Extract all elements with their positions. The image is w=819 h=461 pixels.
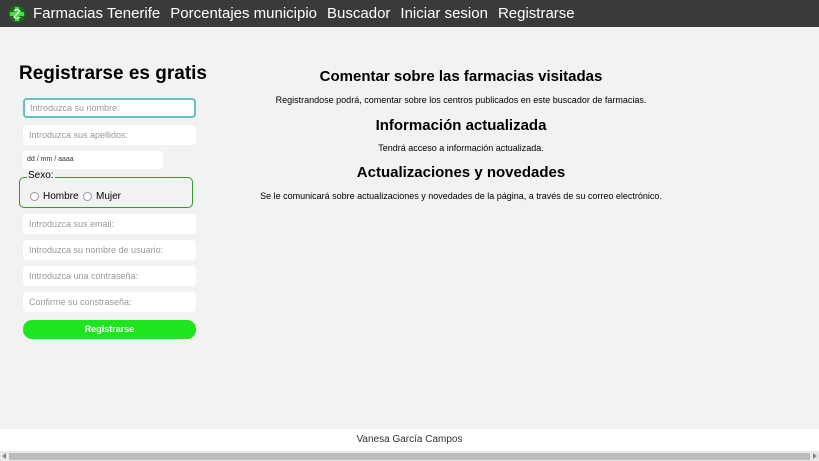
- contrasena-input[interactable]: [23, 266, 196, 286]
- registrarse-button[interactable]: Registrarse: [23, 320, 196, 339]
- sexo-fieldset: Sexo: Hombre Mujer: [19, 170, 193, 208]
- scrollbar-thumb[interactable]: [9, 453, 810, 460]
- info-text-actualizaciones: Se le comunicará sobre actualizaciones y…: [260, 191, 662, 201]
- info-heading-actualizaciones: Actualizaciones y novedades: [356, 164, 566, 181]
- apellidos-input[interactable]: [23, 125, 196, 145]
- radio-mujer[interactable]: Mujer: [83, 191, 121, 202]
- form-title: Registrarse es gratis: [19, 63, 207, 84]
- footer-author: Vanesa García Campos: [356, 434, 463, 445]
- scroll-left-icon[interactable]: [2, 453, 6, 459]
- info-text-informacion: Tendrá acceso a información actualizada.: [378, 143, 544, 153]
- top-navbar: Farmacias Tenerife Porcentajes municipio…: [0, 0, 819, 27]
- info-heading-informacion: Información actualizada: [375, 117, 547, 134]
- nombre-input[interactable]: [23, 98, 196, 118]
- nav-porcentajes-link[interactable]: Porcentajes municipio: [170, 5, 317, 22]
- sexo-legend: Sexo:: [27, 170, 55, 181]
- info-heading-comentar: Comentar sobre las farmacias visitadas: [319, 68, 603, 85]
- radio-circle-icon[interactable]: [30, 192, 39, 201]
- radio-hombre[interactable]: Hombre: [30, 191, 79, 202]
- nav-iniciar-sesion-link[interactable]: Iniciar sesion: [400, 5, 488, 22]
- horizontal-scrollbar[interactable]: [0, 451, 819, 461]
- radio-hombre-label: Hombre: [43, 191, 79, 202]
- usuario-input[interactable]: [23, 240, 196, 260]
- nav-brand-link[interactable]: Farmacias Tenerife: [33, 5, 160, 22]
- radio-mujer-label: Mujer: [96, 191, 122, 202]
- footer: Vanesa García Campos: [0, 429, 819, 451]
- email-input[interactable]: [23, 214, 196, 234]
- nav-registrarse-link[interactable]: Registrarse: [498, 5, 575, 22]
- radio-circle-icon[interactable]: [83, 192, 92, 201]
- fecha-nacimiento-input[interactable]: dd / mm / aaaa: [23, 151, 163, 169]
- scroll-right-icon[interactable]: [813, 453, 817, 459]
- nav-buscador-link[interactable]: Buscador: [327, 5, 390, 22]
- green-cross-icon[interactable]: [8, 5, 26, 23]
- info-text-comentar: Registrandose podrá, comentar sobre los …: [275, 95, 647, 105]
- confirmar-contrasena-input[interactable]: [23, 292, 196, 312]
